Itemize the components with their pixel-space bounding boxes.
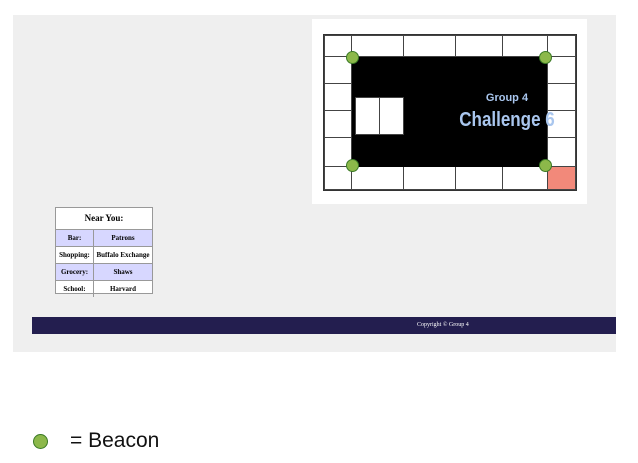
board-title: Challenge 6 <box>459 109 555 131</box>
table-row: School: Harvard <box>56 281 152 297</box>
row-label: Shopping: <box>56 247 94 263</box>
near-you-table: Near You: Bar: Patrons Shopping: Buffalo… <box>55 207 153 297</box>
row-label: Bar: <box>56 230 94 246</box>
board-cell <box>455 166 503 190</box>
row-label: School: <box>56 281 94 297</box>
board-cell <box>403 166 456 190</box>
table-row: Bar: Patrons <box>56 230 152 247</box>
board-inner-cell <box>355 97 380 135</box>
beacon-legend-icon <box>33 433 48 449</box>
row-value: Shaws <box>94 264 152 280</box>
board-inner-cell <box>379 97 404 135</box>
board-cell <box>351 166 404 190</box>
beacon-legend: = Beacon <box>33 427 159 455</box>
board-subtitle: Group 4 <box>485 92 529 104</box>
copyright-text: Copyright © Group 4 <box>417 322 469 328</box>
footer-bar: Copyright © Group 4 <box>32 317 616 334</box>
beacon-marker <box>346 159 359 172</box>
board-cell <box>324 83 352 111</box>
board-cell <box>351 35 404 57</box>
beacon-marker <box>539 51 552 64</box>
row-label: Grocery: <box>56 264 94 280</box>
near-you-title: Near You: <box>56 208 152 230</box>
board-cell <box>324 110 352 138</box>
board-cell <box>455 35 503 57</box>
highlighted-board-cell <box>547 166 576 190</box>
board-center: Group 4 Challenge 6 <box>352 57 555 167</box>
row-value: Patrons <box>94 230 152 246</box>
board-cell <box>403 35 456 57</box>
app-screen: Group 4 Challenge 6 Near You: Bar: Patro… <box>13 15 616 352</box>
row-value: Buffalo Exchange <box>96 251 150 259</box>
row-value: Harvard <box>109 285 137 293</box>
board-panel: Group 4 Challenge 6 <box>312 19 587 204</box>
table-row: Grocery: Shaws <box>56 264 152 281</box>
beacon-marker <box>539 159 552 172</box>
table-row: Shopping: Buffalo Exchange <box>56 247 152 264</box>
game-board: Group 4 Challenge 6 <box>323 34 577 191</box>
beacon-legend-label: = Beacon <box>70 429 160 452</box>
beacon-marker <box>346 51 359 64</box>
